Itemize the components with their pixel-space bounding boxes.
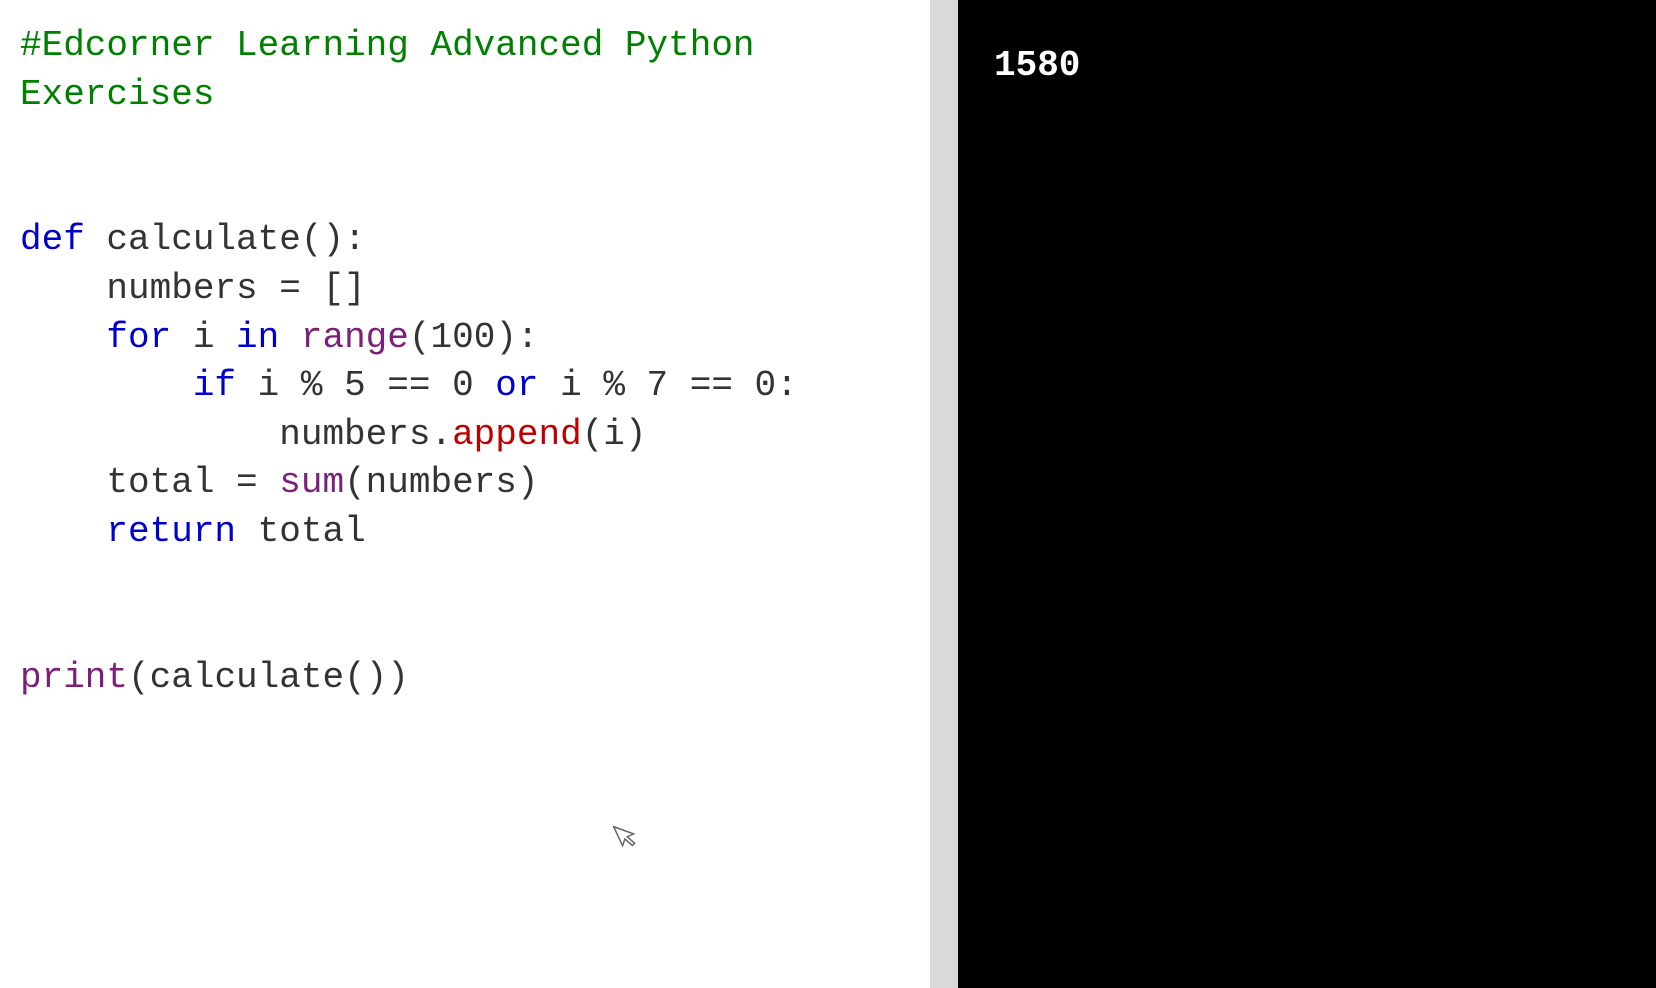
keyword-if: if [20, 365, 236, 406]
builtin-range: range [301, 317, 409, 358]
pane-divider[interactable] [930, 0, 958, 988]
builtin-print: print [20, 657, 128, 698]
print-args: (calculate()) [128, 657, 409, 698]
loop-var: i [171, 317, 236, 358]
append-args: (i) [582, 414, 647, 455]
return-val: total [236, 511, 366, 552]
function-name: calculate(): [85, 219, 366, 260]
space [279, 317, 301, 358]
keyword-def: def [20, 219, 85, 260]
if-rhs: i % 7 == 0: [539, 365, 798, 406]
total-args: (numbers) [344, 462, 538, 503]
range-args: (100): [409, 317, 539, 358]
code-line-numbers: numbers = [] [20, 268, 366, 309]
keyword-for: for [20, 317, 171, 358]
append-pre: numbers. [20, 414, 452, 455]
builtin-sum: sum [279, 462, 344, 503]
if-lhs: i % 5 == 0 [236, 365, 495, 406]
keyword-in: in [236, 317, 279, 358]
output-value: 1580 [994, 45, 1080, 86]
method-append: append [452, 414, 582, 455]
code-comment: #Edcorner Learning Advanced Python Exerc… [20, 25, 755, 115]
keyword-return: return [20, 511, 236, 552]
code-editor[interactable]: #Edcorner Learning Advanced Python Exerc… [0, 0, 930, 988]
keyword-or: or [495, 365, 538, 406]
total-pre: total = [20, 462, 279, 503]
console-output[interactable]: 1580 [958, 0, 1656, 988]
